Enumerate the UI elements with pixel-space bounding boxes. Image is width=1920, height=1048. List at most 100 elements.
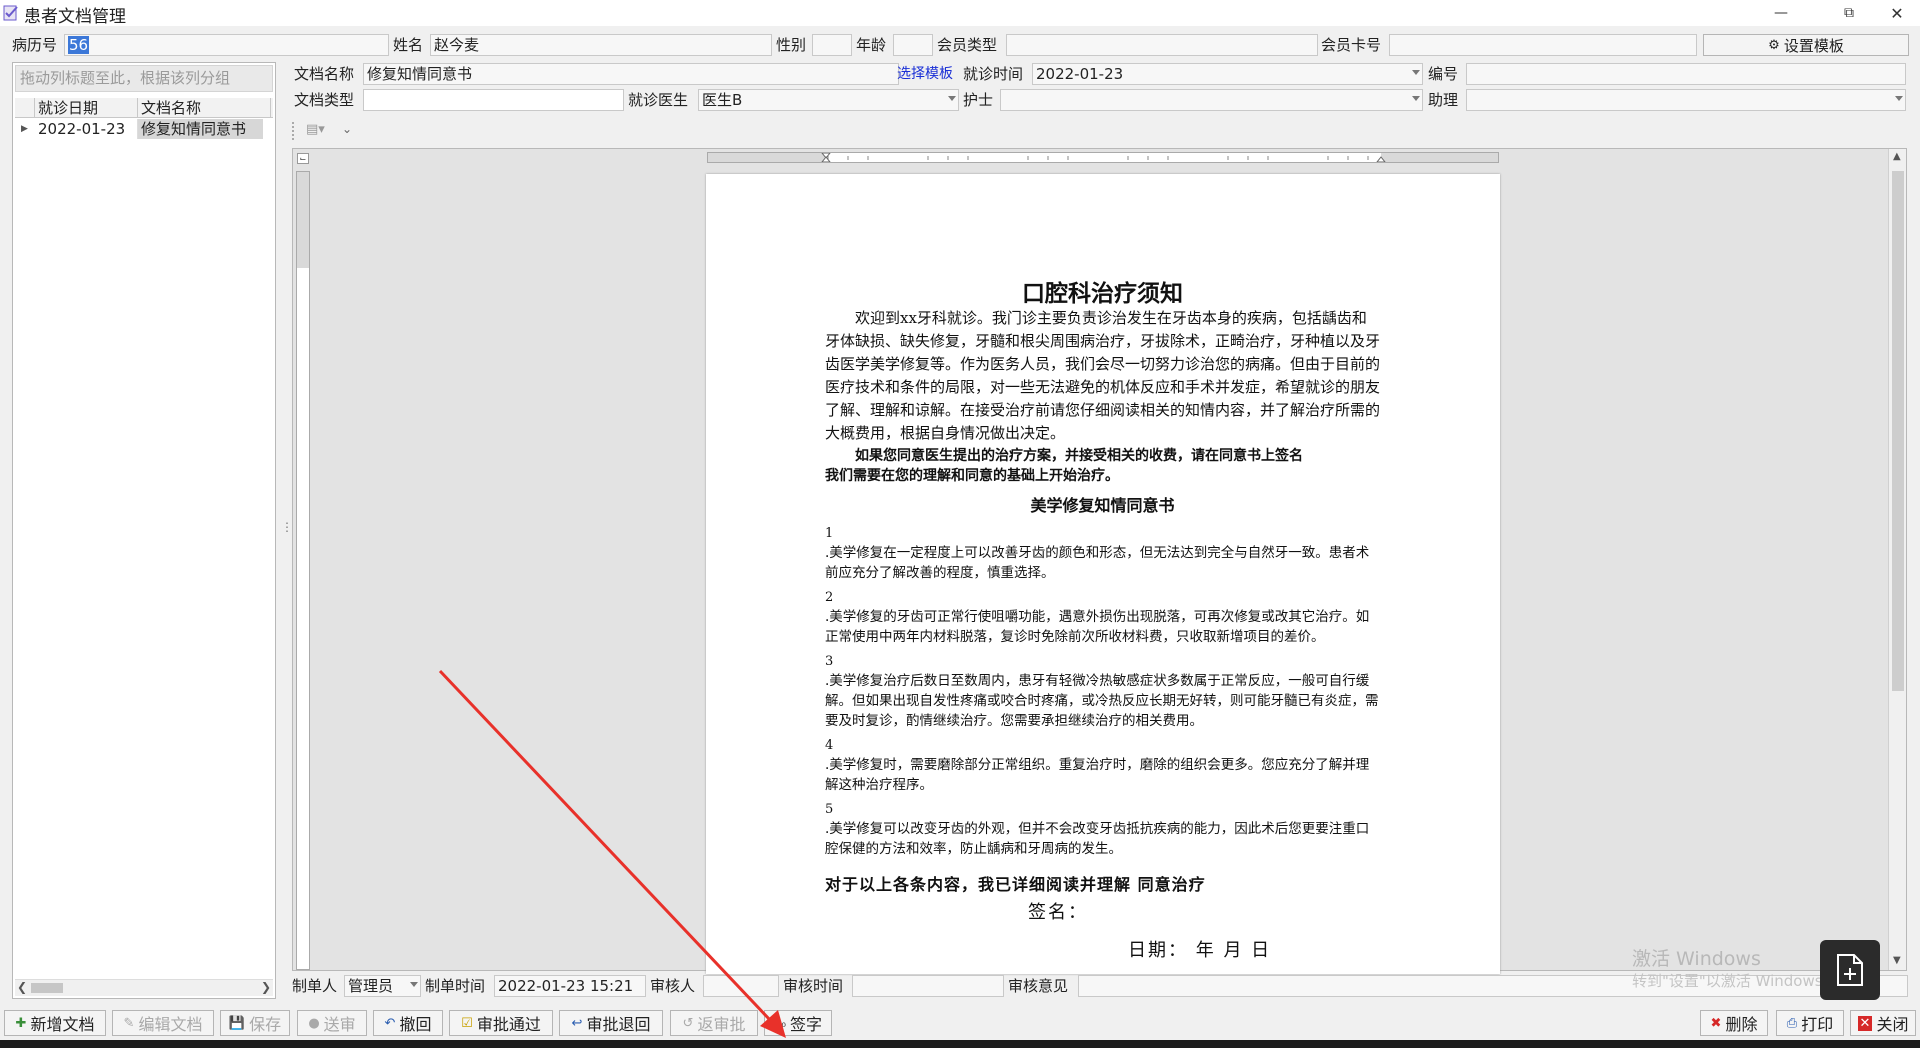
doc-bold-line-2: 我们需要在您的理解和同意的基础上开始治疗。 bbox=[825, 468, 1119, 484]
row-indicator-icon: ▶ bbox=[21, 124, 28, 134]
doctor-label: 就诊医生 bbox=[628, 91, 689, 109]
doc-name-label: 文档名称 bbox=[294, 65, 355, 83]
review-time-label: 审核时间 bbox=[783, 977, 844, 995]
column-header-date[interactable]: 就诊日期 bbox=[35, 98, 138, 118]
name-field[interactable]: 赵今麦 bbox=[430, 34, 772, 56]
add-file-icon bbox=[1837, 954, 1863, 986]
horizontal-scrollbar[interactable]: ❮ ❯ bbox=[15, 979, 273, 996]
doc-bold-line-1: 如果您同意医生提出的治疗方案，并接受相关的收费，请在同意书上签名 bbox=[855, 448, 1303, 464]
app-icon bbox=[2, 4, 20, 22]
format-dropdown-icon[interactable]: ▤▾ bbox=[306, 122, 325, 137]
document-page[interactable]: 口腔科治疗须知 欢迎到xx牙科就诊。我门诊主要负责诊治发生在牙齿本身的疾病，包括… bbox=[706, 174, 1500, 974]
chevron-down-icon[interactable] bbox=[948, 96, 956, 101]
name-label: 姓名 bbox=[393, 36, 424, 54]
horizontal-ruler[interactable] bbox=[707, 152, 1499, 163]
column-header-name[interactable]: 文档名称 bbox=[138, 98, 271, 118]
table-row[interactable]: ▶ 2022-01-23 修复知情同意书 bbox=[15, 119, 273, 139]
chevron-down-icon[interactable] bbox=[1895, 96, 1903, 101]
chevron-down-icon[interactable] bbox=[1412, 70, 1420, 75]
review-time-field[interactable] bbox=[852, 975, 1004, 997]
chevron-down-icon[interactable] bbox=[1412, 96, 1420, 101]
tab-selector-icon[interactable]: ⌙ bbox=[297, 153, 309, 164]
doc-type-field[interactable] bbox=[363, 89, 624, 111]
new-document-button[interactable]: ✚ 新增文档 bbox=[4, 1010, 106, 1036]
doc-confirm-line: 对于以上各条内容，我已详细阅读并理解 同意治疗 bbox=[825, 875, 1206, 894]
close-icon: ✕ bbox=[1857, 1015, 1873, 1031]
member-type-field[interactable] bbox=[1006, 34, 1318, 56]
submit-review-button[interactable]: ● 送审 bbox=[297, 1010, 367, 1036]
grid-header: 就诊日期 文档名称 bbox=[15, 98, 273, 118]
doc-name-field[interactable]: 修复知情同意书 bbox=[363, 63, 899, 85]
revoke-button[interactable]: ↶ 撤回 bbox=[373, 1010, 443, 1036]
doc-intro-paragraph: 欢迎到xx牙科就诊。我门诊主要负责诊治发生在牙齿本身的疾病，包括龋齿和牙体缺损、… bbox=[825, 309, 1381, 442]
print-icon: ⎙ bbox=[1786, 1015, 1798, 1031]
record-no-field[interactable]: 56 bbox=[64, 34, 389, 56]
document-editor[interactable]: ⌙ 口腔科治疗须知 欢迎到xx牙科就诊。我门诊主要负责诊治发生在牙齿本身的疾病，… bbox=[292, 148, 1907, 974]
chevron-down-icon[interactable] bbox=[410, 982, 418, 987]
doc-signature-label: 签名： bbox=[1028, 902, 1088, 923]
delete-icon: ✖ bbox=[1710, 1015, 1722, 1031]
print-button[interactable]: ⎙ 打印 bbox=[1776, 1010, 1844, 1036]
item-number: 2 bbox=[825, 590, 834, 605]
member-type-label: 会员类型 bbox=[937, 36, 998, 54]
vertical-scrollbar[interactable]: ▲ ▼ bbox=[1888, 149, 1906, 970]
number-label: 编号 bbox=[1428, 65, 1459, 83]
create-time-field[interactable]: 2022-01-23 15:21 bbox=[494, 975, 646, 997]
save-button[interactable]: 💾 保存 bbox=[220, 1010, 290, 1036]
item-text: .美学修复时，需要磨除部分正常组织。重复治疗时，磨除的组织会更多。您应充分了解并… bbox=[825, 757, 1370, 793]
activation-watermark-subtitle: 转到"设置"以激活 Windows。 bbox=[1632, 972, 1838, 990]
gender-field[interactable] bbox=[812, 34, 852, 56]
group-by-hint[interactable]: 拖动列标题至此，根据该列分组 bbox=[15, 65, 273, 92]
item-number: 3 bbox=[825, 654, 834, 669]
scroll-right-icon[interactable]: ❯ bbox=[261, 980, 271, 994]
scroll-down-icon[interactable]: ▼ bbox=[1893, 955, 1901, 966]
edit-document-button[interactable]: ✎ 编辑文档 bbox=[112, 1010, 214, 1036]
age-field[interactable] bbox=[893, 34, 933, 56]
vertical-ruler[interactable] bbox=[296, 171, 310, 970]
unapprove-button[interactable]: ↺ 返审批 bbox=[670, 1010, 758, 1036]
item-text: .美学修复的牙齿可正常行使咀嚼功能，遇意外损伤出现脱落，可再次修复或改其它治疗。… bbox=[825, 609, 1370, 645]
doc-type-label: 文档类型 bbox=[294, 91, 355, 109]
restore-icon: ⧉ bbox=[1844, 5, 1854, 21]
undo-icon: ↶ bbox=[384, 1015, 396, 1031]
approve-icon: ☑ bbox=[461, 1015, 473, 1031]
reviewer-label: 审核人 bbox=[650, 977, 696, 995]
sign-button[interactable]: A₀ 签字 bbox=[764, 1010, 832, 1036]
row-date: 2022-01-23 bbox=[35, 119, 138, 139]
approve-button[interactable]: ☑ 审批通过 bbox=[449, 1010, 553, 1036]
doctor-select[interactable]: 医生B bbox=[698, 89, 959, 111]
close-button[interactable]: ✕ 关闭 bbox=[1850, 1010, 1916, 1036]
delete-button[interactable]: ✖ 删除 bbox=[1700, 1010, 1768, 1036]
nurse-label: 护士 bbox=[963, 91, 994, 109]
nurse-select[interactable] bbox=[1000, 89, 1423, 111]
reject-button[interactable]: ↩ 审批退回 bbox=[559, 1010, 663, 1036]
member-card-field[interactable] bbox=[1389, 34, 1697, 56]
create-time-label: 制单时间 bbox=[425, 977, 486, 995]
item-text: .美学修复治疗后数日至数周内，患牙有轻微冷热敏感症状多数属于正常反应，一般可自行… bbox=[825, 673, 1379, 729]
document-list-panel: 拖动列标题至此，根据该列分组 就诊日期 文档名称 ▶ 2022-01-23 修复… bbox=[12, 62, 276, 999]
window-title: 患者文档管理 bbox=[24, 7, 126, 27]
scroll-thumb[interactable] bbox=[1892, 171, 1904, 691]
age-label: 年龄 bbox=[856, 36, 887, 54]
edit-icon: ✎ bbox=[123, 1015, 135, 1031]
minimize-button[interactable]: — bbox=[1758, 0, 1804, 26]
visit-time-field[interactable]: 2022-01-23 bbox=[1032, 63, 1423, 85]
chevron-down-icon[interactable]: ⌄ bbox=[342, 122, 352, 136]
assistant-select[interactable] bbox=[1466, 89, 1906, 111]
gender-label: 性别 bbox=[776, 36, 807, 54]
submit-icon: ● bbox=[308, 1015, 320, 1031]
creator-select[interactable]: 管理员 bbox=[344, 975, 421, 997]
number-field[interactable] bbox=[1466, 63, 1906, 85]
reviewer-field[interactable] bbox=[703, 975, 779, 997]
scroll-up-icon[interactable]: ▲ bbox=[1893, 151, 1901, 162]
scroll-left-icon[interactable]: ❮ bbox=[17, 980, 27, 994]
floating-add-document-button[interactable] bbox=[1820, 940, 1880, 1000]
scroll-thumb[interactable] bbox=[31, 983, 63, 993]
toolbar-grip bbox=[292, 122, 294, 140]
unapprove-icon: ↺ bbox=[682, 1015, 694, 1031]
close-window-button[interactable]: ✕ bbox=[1874, 0, 1920, 26]
select-template-link[interactable]: 选择模板 bbox=[897, 63, 953, 85]
restore-button[interactable]: ⧉ bbox=[1826, 0, 1872, 26]
template-settings-button[interactable]: ⚙ 设置模板 bbox=[1703, 34, 1909, 56]
visit-time-label: 就诊时间 bbox=[963, 65, 1024, 83]
